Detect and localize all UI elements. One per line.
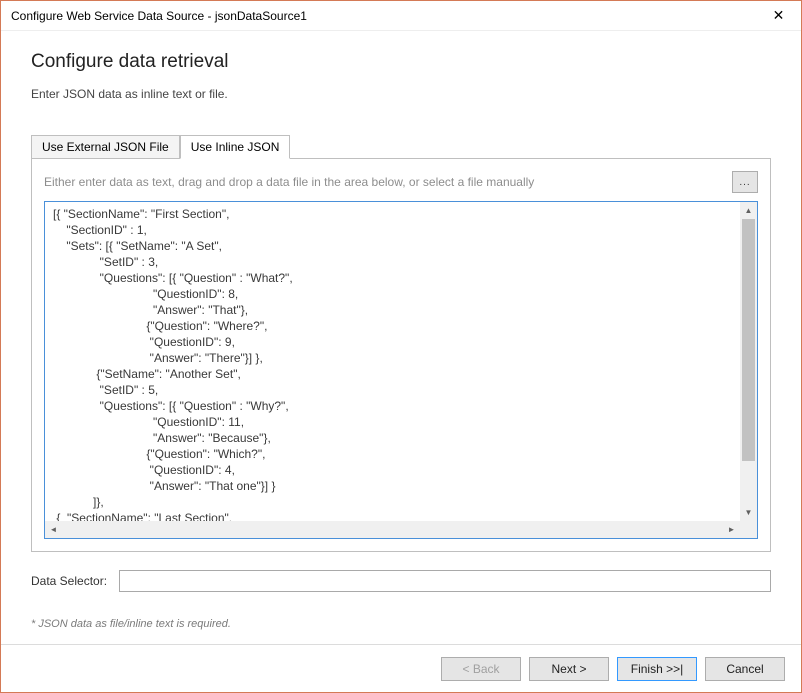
vertical-scrollbar[interactable]: ▲ ▼ [740, 202, 757, 521]
horizontal-scroll-track[interactable] [62, 521, 723, 538]
scroll-right-icon[interactable]: ► [723, 521, 740, 538]
scroll-left-icon[interactable]: ◄ [45, 521, 62, 538]
tab-external-json-file[interactable]: Use External JSON File [31, 135, 180, 159]
wizard-dialog: Configure Web Service Data Source - json… [0, 0, 802, 693]
window-title: Configure Web Service Data Source - json… [11, 9, 756, 23]
hint-text: Either enter data as text, drag and drop… [44, 175, 724, 189]
cancel-button[interactable]: Cancel [705, 657, 785, 681]
scroll-down-icon[interactable]: ▼ [740, 504, 757, 521]
vertical-scroll-thumb[interactable] [742, 219, 755, 461]
browse-file-button[interactable]: ... [732, 171, 758, 193]
page-heading: Configure data retrieval [31, 51, 771, 73]
titlebar: Configure Web Service Data Source - json… [1, 1, 801, 31]
next-button[interactable]: Next > [529, 657, 609, 681]
content-area: Configure data retrieval Enter JSON data… [1, 31, 801, 644]
page-subheading: Enter JSON data as inline text or file. [31, 87, 771, 101]
close-icon[interactable]: ✕ [756, 1, 801, 31]
json-textarea[interactable]: [{ "SectionName": "First Section", "Sect… [45, 202, 740, 521]
data-selector-label: Data Selector: [31, 574, 107, 588]
json-textarea-container: [{ "SectionName": "First Section", "Sect… [44, 201, 758, 539]
hint-row: Either enter data as text, drag and drop… [44, 171, 758, 193]
scroll-corner [740, 521, 757, 538]
back-button[interactable]: < Back [441, 657, 521, 681]
data-selector-row: Data Selector: [31, 570, 771, 592]
wizard-footer: < Back Next > Finish >>| Cancel [1, 644, 801, 692]
finish-button[interactable]: Finish >>| [617, 657, 697, 681]
horizontal-scrollbar[interactable]: ◄ ► [45, 521, 740, 538]
tab-use-inline-json[interactable]: Use Inline JSON [180, 135, 291, 159]
data-selector-input[interactable] [119, 570, 771, 592]
tab-panel-inline-json: Either enter data as text, drag and drop… [31, 158, 771, 552]
scroll-up-icon[interactable]: ▲ [740, 202, 757, 219]
tabs: Use External JSON File Use Inline JSON [31, 135, 771, 159]
vertical-scroll-track[interactable] [740, 219, 757, 504]
validation-message: * JSON data as file/inline text is requi… [31, 618, 771, 630]
